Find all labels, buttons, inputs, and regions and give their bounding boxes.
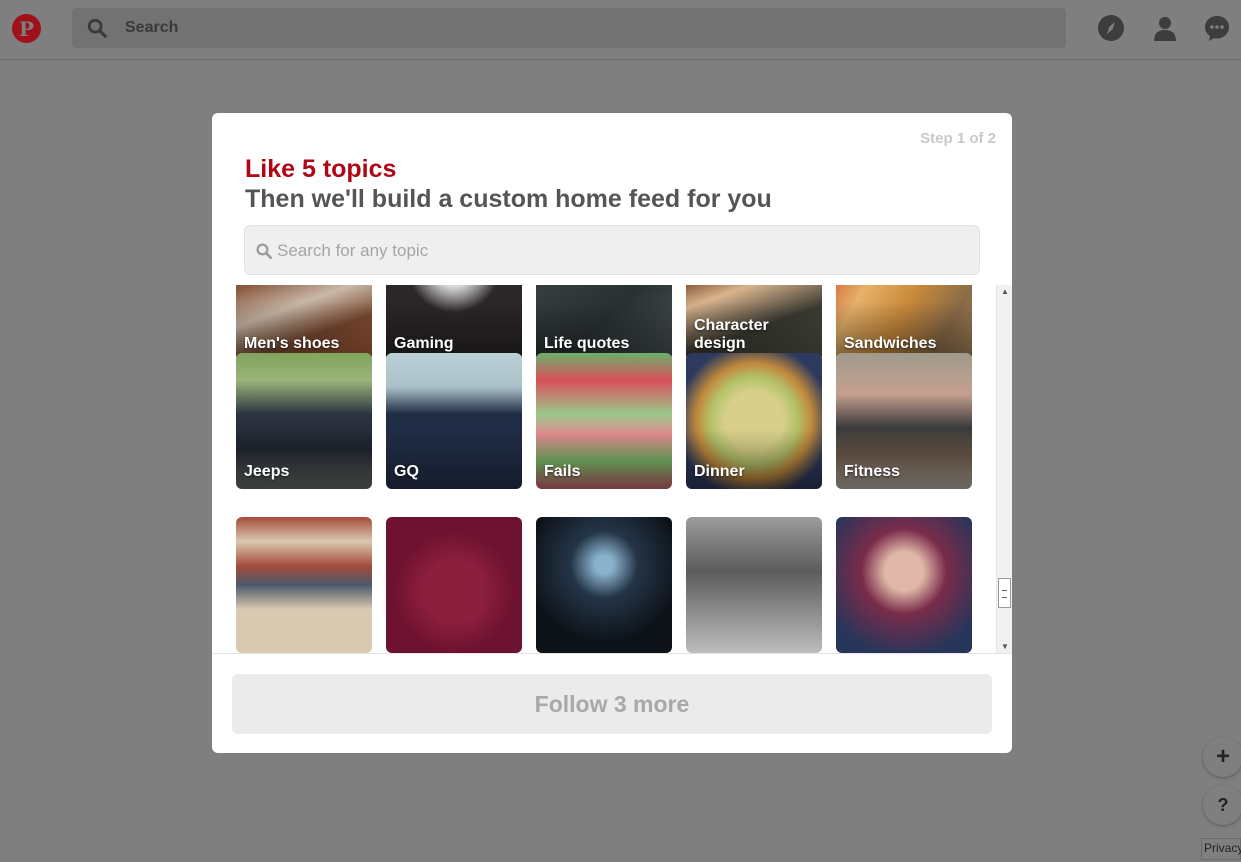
topic-tile[interactable]: Fitness: [836, 353, 972, 489]
messages-icon[interactable]: [1203, 14, 1231, 42]
main-search-placeholder: Search: [125, 19, 179, 36]
topic-tile[interactable]: [536, 517, 672, 653]
modal-footer-divider: [212, 653, 1012, 654]
topic-tile[interactable]: Jeeps: [236, 353, 372, 489]
explore-compass-icon[interactable]: [1097, 14, 1125, 42]
topic-tile[interactable]: Life quotes: [536, 285, 672, 361]
topic-tile[interactable]: Character design: [686, 285, 822, 361]
step-indicator: Step 1 of 2: [920, 130, 996, 147]
topic-grid: Men's shoes Gaming Life quotes Character de…: [212, 285, 1012, 653]
topic-tile[interactable]: [836, 517, 972, 653]
main-search-bar[interactable]: Search: [72, 8, 1066, 48]
topic-tile[interactable]: [386, 517, 522, 653]
top-navigation-bar: P Search: [0, 0, 1241, 60]
topic-image: [536, 517, 672, 653]
topic-label: GQ: [394, 463, 419, 480]
scroll-down-arrow-icon[interactable]: ▼: [1001, 642, 1009, 651]
topic-tile[interactable]: [236, 517, 372, 653]
pinterest-logo[interactable]: P: [12, 14, 41, 43]
topic-image: [836, 517, 972, 653]
topic-tile[interactable]: Fails: [536, 353, 672, 489]
topic-image: [686, 517, 822, 653]
privacy-link[interactable]: Privacy: [1201, 838, 1241, 860]
scroll-up-arrow-icon[interactable]: ▲: [1001, 287, 1009, 296]
add-pin-button[interactable]: +: [1203, 737, 1241, 777]
topic-tile[interactable]: Men's shoes: [236, 285, 372, 361]
topic-label: Fails: [544, 463, 581, 480]
scrollbar-thumb[interactable]: [998, 578, 1011, 608]
topic-tile[interactable]: [686, 517, 822, 653]
topic-picker-modal: Step 1 of 2 Like 5 topics Then we'll bui…: [212, 113, 1012, 753]
topic-label: Character design: [694, 317, 769, 352]
search-icon: [87, 18, 107, 38]
topic-tile[interactable]: Gaming: [386, 285, 522, 361]
help-button[interactable]: ?: [1203, 785, 1241, 825]
topic-label: Life quotes: [544, 335, 630, 352]
topic-search-input[interactable]: [277, 238, 957, 264]
topic-label: Jeeps: [244, 463, 290, 480]
topic-image: [386, 517, 522, 653]
profile-icon[interactable]: [1151, 14, 1179, 42]
topic-label: Men's shoes: [244, 335, 340, 352]
topic-label: Dinner: [694, 463, 745, 480]
topic-label: Fitness: [844, 463, 901, 480]
topic-image: [236, 517, 372, 653]
topic-tile[interactable]: GQ: [386, 353, 522, 489]
topic-search-box: [244, 225, 980, 275]
modal-subtitle: Then we'll build a custom home feed for …: [245, 185, 772, 213]
follow-more-button[interactable]: Follow 3 more: [232, 674, 992, 734]
topic-label: Gaming: [394, 335, 454, 352]
topic-tile[interactable]: Dinner: [686, 353, 822, 489]
topic-grid-scrollbar[interactable]: ▲ ▼: [996, 285, 1012, 653]
search-icon: [256, 243, 273, 260]
topic-tile[interactable]: Sandwiches: [836, 285, 972, 361]
topic-label: Sandwiches: [844, 335, 937, 352]
modal-title: Like 5 topics: [245, 155, 397, 183]
